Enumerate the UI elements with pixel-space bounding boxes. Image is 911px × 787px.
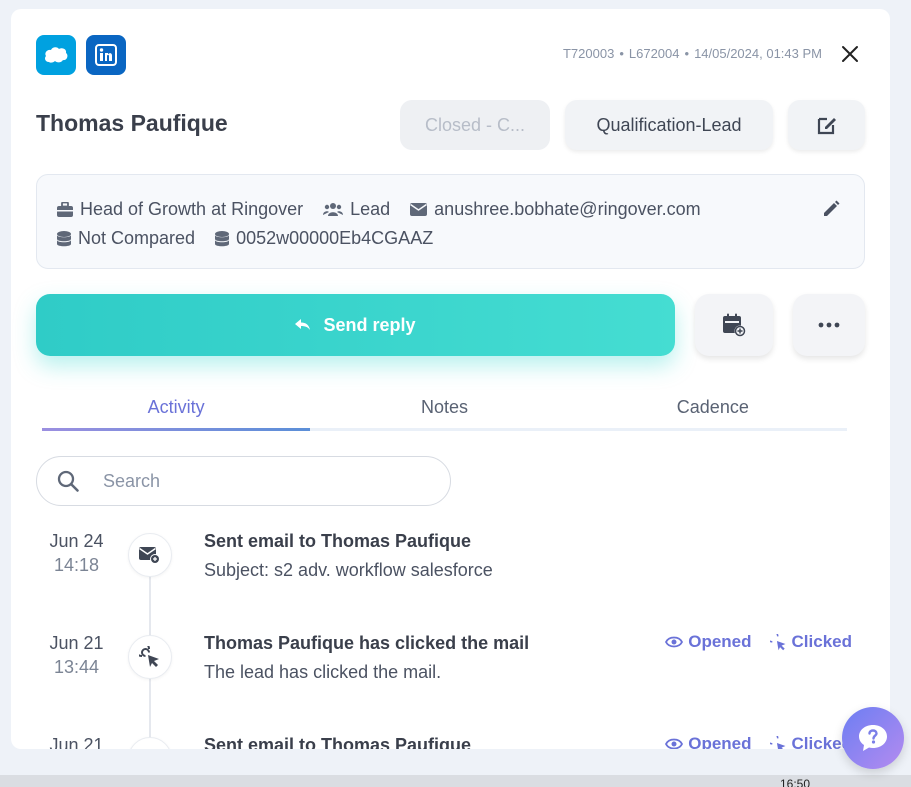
lead-info-box: Head of Growth at Ringover Lead anushree…: [36, 174, 865, 269]
timeline-node: [128, 737, 172, 749]
activity-title: Sent email to Thomas Paufique: [204, 735, 472, 749]
lead-id: L672004: [628, 46, 680, 61]
calendar-plus-icon: [723, 313, 746, 337]
timestamp: 14/05/2024, 01:43 PM: [694, 46, 822, 61]
more-options-button[interactable]: [793, 294, 865, 356]
schedule-button[interactable]: [695, 294, 773, 356]
activity-subtitle: The lead has clicked the mail.: [204, 662, 442, 682]
click-icon: [769, 735, 785, 749]
activity-date: Jun 21 13:44: [39, 633, 114, 678]
compare-status: Not Compared: [78, 228, 196, 248]
tab-cadence[interactable]: Cadence: [579, 394, 847, 431]
send-reply-button[interactable]: Send reply: [36, 294, 675, 356]
lead-detail-panel: T720003 • L672004 • 14/05/2024, 01:43 PM…: [11, 9, 890, 749]
tab-notes[interactable]: Notes: [310, 394, 578, 431]
activity-day: Jun 24: [49, 531, 104, 551]
taskbar-clock: 16:50: [780, 777, 811, 787]
database-icon: [57, 230, 71, 246]
task-id: T720003: [562, 46, 615, 61]
click-icon: [139, 646, 159, 667]
tab-activity[interactable]: Activity: [42, 394, 311, 431]
mail-icon: [410, 203, 428, 216]
os-taskbar: [0, 775, 911, 787]
eye-icon: [665, 738, 684, 749]
activity-day: Jun 21: [49, 633, 104, 653]
activity-content: Sent email to Thomas Paufique Subject: s…: [204, 531, 493, 581]
search-box[interactable]: [36, 456, 451, 506]
activity-item[interactable]: Jun 21 13:44 Thomas Paufique has clicked…: [11, 632, 890, 693]
linkedin-icon[interactable]: [86, 35, 126, 75]
help-chat-button[interactable]: [842, 707, 904, 769]
edit-icon: [817, 117, 836, 135]
clicked-badge: Clicked: [769, 632, 852, 652]
opened-badge: Opened: [665, 734, 752, 749]
activity-time: 13:44: [53, 657, 100, 677]
clicked-label: Clicked: [791, 632, 852, 651]
opened-label: Opened: [688, 632, 752, 651]
help-icon: [859, 725, 887, 751]
opened-label: Opened: [688, 734, 752, 749]
activity-item[interactable]: Jun 24 14:18 Sent email to Thomas Paufiq…: [11, 531, 890, 591]
timeline-node: [128, 533, 172, 577]
close-icon: [842, 46, 858, 62]
status-closed-button[interactable]: Closed - C...: [400, 100, 550, 150]
send-reply-label: Send reply: [323, 314, 416, 335]
pencil-icon: [824, 200, 840, 216]
activity-badges: Opened Clicked: [665, 734, 852, 749]
activity-content: Sent email to Thomas Paufique: [204, 735, 471, 749]
contact-name: Thomas Paufique: [36, 110, 228, 136]
close-button[interactable]: [838, 42, 862, 66]
tab-bar: Activity Notes Cadence: [42, 394, 847, 431]
lead-type: Lead: [350, 199, 391, 219]
lead-email: anushree.bobhate@ringover.com: [434, 199, 701, 219]
timeline-node: [128, 635, 172, 679]
activity-title: Sent email to Thomas Paufique: [204, 531, 472, 551]
activity-item[interactable]: Jun 21 Sent email to Thomas Paufique Ope…: [11, 734, 890, 749]
reply-icon: [295, 319, 311, 330]
salesforce-icon[interactable]: [36, 35, 76, 75]
edit-info-button[interactable]: [822, 200, 840, 223]
eye-icon: [665, 636, 684, 648]
clicked-badge: Clicked: [769, 734, 852, 749]
briefcase-icon: [57, 202, 73, 217]
database-icon: [215, 230, 230, 246]
email-sent-icon: [139, 547, 160, 564]
activity-day: Jun 21: [49, 735, 104, 749]
separator: •: [684, 46, 690, 61]
search-input[interactable]: [103, 470, 403, 492]
qualification-button[interactable]: Qualification-Lead: [565, 100, 773, 150]
activity-time: 14:18: [53, 555, 100, 575]
activity-date: Jun 24 14:18: [39, 531, 114, 576]
separator: •: [619, 46, 624, 61]
users-icon: [323, 203, 344, 216]
record-meta: T720003 • L672004 • 14/05/2024, 01:43 PM: [563, 46, 822, 61]
activity-badges: Opened Clicked: [665, 632, 852, 652]
edit-lead-button[interactable]: [788, 100, 865, 150]
activity-date: Jun 21: [39, 735, 114, 749]
activity-content: Thomas Paufique has clicked the mail The…: [204, 633, 529, 683]
activity-title: Thomas Paufique has clicked the mail: [204, 633, 530, 653]
more-icon: [818, 322, 840, 328]
job-title: Head of Growth at Ringover: [80, 199, 304, 219]
opened-badge: Opened: [665, 632, 752, 652]
search-icon: [57, 470, 79, 492]
activity-subtitle: Subject: s2 adv. workflow salesforce: [204, 560, 493, 580]
click-icon: [769, 633, 785, 650]
record-id: 0052w00000Eb4CGAAZ: [236, 228, 434, 248]
